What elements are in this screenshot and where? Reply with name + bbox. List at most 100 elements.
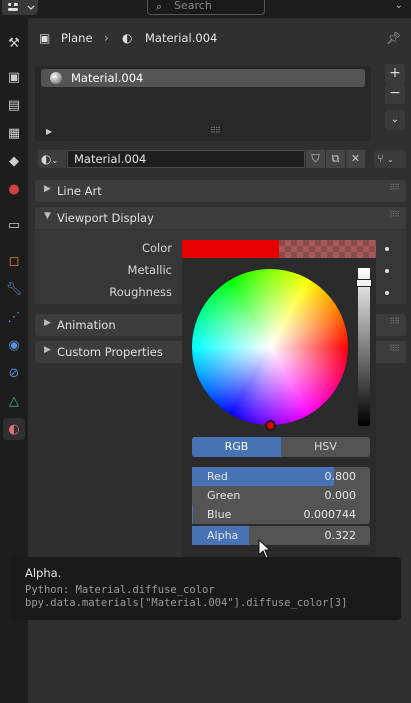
editor-type-button[interactable]: [2, 0, 38, 15]
modifier-icon: 🔧︎: [5, 281, 23, 297]
list-item[interactable]: Material.004: [41, 69, 365, 87]
fake-user-button[interactable]: ⛉: [306, 150, 325, 168]
color-swatch-alpha[interactable]: [279, 240, 376, 258]
tab-modifiers[interactable]: 🔧︎: [3, 278, 25, 300]
data-icon: △: [9, 393, 19, 409]
add-slot-button[interactable]: +: [385, 64, 405, 84]
resize-grip-icon[interactable]: ⠿⠿: [210, 126, 221, 135]
tab-particles[interactable]: ⋰: [3, 306, 25, 328]
alpha-field[interactable]: Alpha 0.322: [192, 526, 370, 545]
remove-slot-button[interactable]: −: [385, 84, 405, 104]
tab-scene[interactable]: ◆: [3, 150, 25, 172]
tooltip-python-line: Python: Material.diffuse_color: [25, 584, 215, 596]
tab-collection[interactable]: ▭: [3, 214, 25, 236]
value-slider[interactable]: [358, 268, 370, 426]
green-value: 0.000: [324, 489, 357, 502]
alpha-label: Alpha: [207, 529, 239, 542]
tab-data[interactable]: △: [3, 390, 25, 412]
object-icon: ◻: [8, 253, 20, 269]
editor-type-icon: [8, 2, 35, 11]
breadcrumb-material: Material.004: [145, 31, 218, 45]
alpha-value: 0.322: [324, 529, 357, 542]
physics-icon: ◉: [8, 337, 20, 353]
value-slider-handle[interactable]: [356, 279, 372, 287]
blue-value: 0.000744: [303, 508, 357, 521]
tool-icon: ⚒: [8, 35, 20, 51]
chevron-right-icon: ›: [104, 31, 109, 45]
slot-name: Material.004: [71, 71, 144, 85]
breadcrumb-object: Plane: [61, 31, 93, 45]
search-icon: ⌕: [156, 0, 163, 13]
drag-grip-icon[interactable]: ⠿⠿: [389, 183, 400, 192]
wheel-cursor[interactable]: [265, 420, 276, 431]
tab-output[interactable]: ▤: [3, 94, 25, 116]
search-input[interactable]: ⌕ Search: [147, 0, 265, 15]
chevron-right-icon: ▶: [44, 318, 51, 328]
panel-title: Custom Properties: [57, 345, 163, 359]
browse-material-button[interactable]: ◐⌄: [38, 150, 66, 168]
blue-field[interactable]: Blue 0.000744: [192, 505, 370, 524]
material-icon: ◐: [122, 31, 133, 45]
green-label: Green: [207, 489, 241, 502]
red-value: 0.800: [324, 470, 357, 483]
roughness-label: Roughness: [109, 285, 172, 299]
metallic-label: Metallic: [127, 263, 172, 277]
view-layer-icon: ▦: [7, 125, 21, 141]
color-mode-tabs: RGB HSV: [192, 437, 370, 457]
drag-grip-icon[interactable]: ⠿⠿: [389, 317, 400, 326]
particles-icon: ⋰: [7, 309, 21, 325]
panel-viewport-display[interactable]: ▼ Viewport Display ⠿⠿: [35, 207, 406, 229]
chevron-right-icon: ▶: [44, 184, 51, 194]
material-slot-list: Material.004: [35, 66, 371, 141]
object-icon: ▣: [39, 31, 51, 45]
tab-physics[interactable]: ◉: [3, 334, 25, 356]
red-label: Red: [207, 470, 228, 483]
keyframe-dot[interactable]: [385, 269, 389, 273]
panel-title: Line Art: [57, 184, 102, 198]
unlink-material-button[interactable]: ✕: [346, 150, 365, 168]
chevron-right-icon: ▶: [44, 345, 51, 355]
tab-rgb[interactable]: RGB: [192, 437, 281, 457]
tab-view-layer[interactable]: ▦: [3, 122, 25, 144]
color-swatch[interactable]: [182, 240, 279, 258]
tab-tool[interactable]: ⚒: [3, 32, 25, 54]
panel-title: Viewport Display: [57, 211, 154, 225]
keyframe-dot[interactable]: [385, 247, 389, 251]
material-icon: ◐: [8, 421, 20, 437]
material-preview-icon: [50, 72, 62, 84]
tab-object[interactable]: ◻: [3, 250, 25, 272]
panel-title: Animation: [57, 318, 116, 332]
green-field[interactable]: Green 0.000: [192, 486, 370, 505]
drag-grip-icon[interactable]: ⠿⠿: [389, 210, 400, 219]
slot-specials-button[interactable]: ⌄: [385, 110, 405, 130]
collection-icon: ▭: [7, 217, 21, 233]
link-mode-button[interactable]: ⑂ ⌄: [374, 150, 406, 168]
tab-render[interactable]: ▣: [3, 66, 25, 88]
output-icon: ▤: [7, 97, 21, 113]
tab-constraints[interactable]: ⊘: [3, 362, 25, 384]
constraints-icon: ⊘: [8, 365, 20, 381]
world-icon: ●: [8, 181, 20, 197]
panel-line-art[interactable]: ▶ Line Art ⠿⠿: [35, 180, 406, 202]
expand-triangle-icon[interactable]: ▶: [46, 127, 52, 136]
tab-world[interactable]: ●: [3, 178, 25, 200]
tooltip: Alpha. Python: Material.diffuse_color bp…: [10, 557, 401, 620]
blue-label: Blue: [207, 508, 232, 521]
material-name-field[interactable]: Material.004: [67, 150, 305, 168]
duplicate-material-button[interactable]: ⧉: [326, 150, 345, 168]
hue-saturation-wheel[interactable]: [192, 269, 348, 425]
properties-header: ⌕ Search ⌄: [0, 0, 411, 18]
pin-icon[interactable]: 📌︎: [386, 31, 401, 45]
red-field[interactable]: Red 0.800: [192, 467, 370, 486]
search-placeholder: Search: [174, 0, 212, 12]
tab-hsv[interactable]: HSV: [281, 437, 370, 457]
drag-grip-icon[interactable]: ⠿⠿: [389, 344, 400, 353]
chevron-down-icon[interactable]: ⌄: [395, 0, 403, 11]
color-picker-popup: RGB HSV Red 0.800 Green 0.000 Blue 0.000…: [182, 240, 376, 557]
scene-icon: ◆: [9, 153, 19, 169]
keyframe-dot[interactable]: [385, 291, 389, 295]
render-icon: ▣: [7, 69, 21, 85]
color-label: Color: [141, 241, 172, 255]
tooltip-title: Alpha.: [25, 566, 62, 580]
tab-material[interactable]: ◐: [3, 418, 25, 440]
